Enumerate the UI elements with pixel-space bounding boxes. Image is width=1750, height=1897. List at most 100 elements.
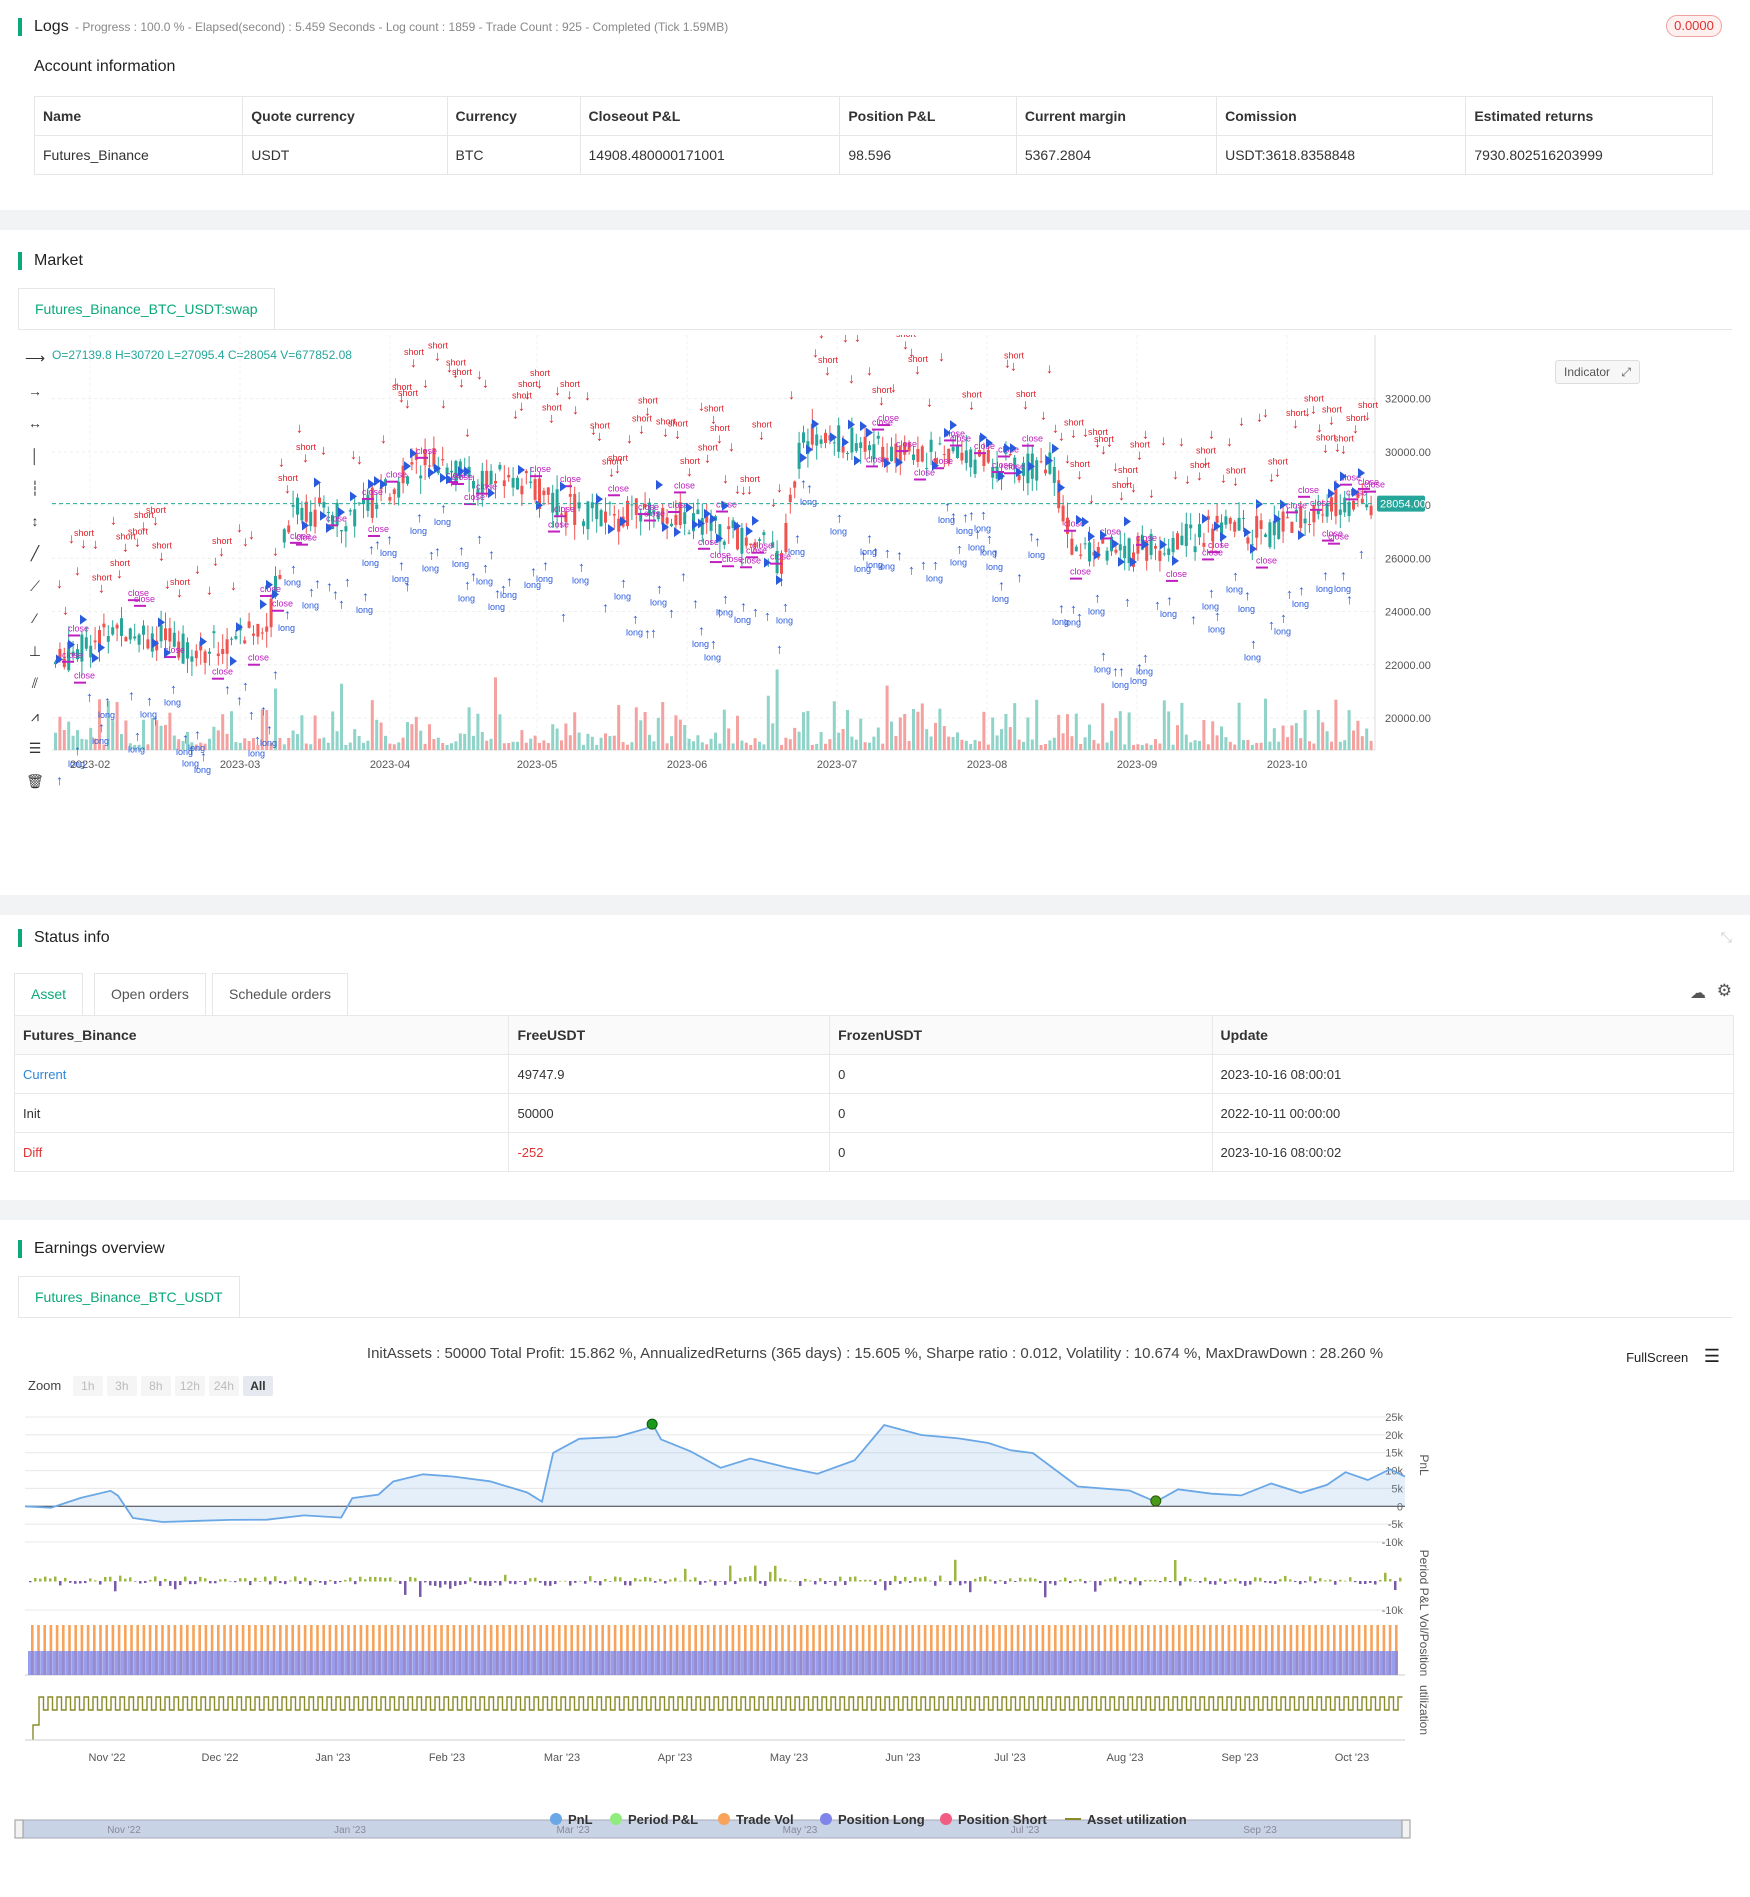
position-long-bar: [1286, 1651, 1293, 1675]
period-bar: [824, 1581, 827, 1585]
period-bar: [44, 1576, 47, 1582]
volume-bar: [780, 744, 783, 750]
candle-body: [511, 477, 515, 488]
long-arrow: ↑: [398, 557, 405, 573]
legend-item[interactable]: Asset utilization: [1065, 1812, 1187, 1827]
legend-item[interactable]: PnL: [550, 1812, 593, 1827]
volume-bar: [476, 713, 480, 750]
collapse-icon[interactable]: ⤡: [1721, 929, 1732, 946]
zoom-8h-button[interactable]: 8h: [140, 1376, 171, 1396]
period-bar: [634, 1578, 637, 1582]
position-marker: [746, 526, 753, 537]
legend-item[interactable]: Position Long: [820, 1812, 925, 1827]
period-bar: [439, 1581, 442, 1588]
period-bar: [1269, 1581, 1272, 1584]
market-tab[interactable]: Futures_Binance_BTC_USDT:swap: [18, 288, 275, 330]
short-arrow: ↓: [770, 493, 777, 509]
asset-col-header: Futures_Binance: [14, 1015, 509, 1055]
fullscreen-button[interactable]: FullScreen ☰: [1626, 1346, 1720, 1367]
close-marker: close: [1136, 533, 1157, 543]
candle-body: [142, 625, 145, 635]
period-bar: [234, 1581, 237, 1583]
period-bar: [684, 1568, 687, 1582]
volume-bar: [458, 733, 462, 750]
legend-item[interactable]: Trade Vol: [718, 1812, 794, 1827]
volume-bar: [335, 731, 339, 750]
period-bar: [939, 1575, 942, 1582]
candle-body: [1264, 534, 1267, 537]
period-bar: [244, 1578, 247, 1582]
long-marker: long: [926, 573, 943, 583]
period-bar: [694, 1577, 697, 1582]
zoom-3h-button[interactable]: 3h: [106, 1376, 137, 1396]
tab-open-orders[interactable]: Open orders: [94, 973, 206, 1015]
volume-bar: [1184, 734, 1188, 750]
volume-bar: [626, 744, 629, 750]
position-long-bar: [852, 1651, 859, 1675]
position-long-bar: [685, 1651, 692, 1675]
period-bar: [509, 1581, 512, 1584]
zoom-all-button[interactable]: All: [242, 1376, 273, 1396]
period-bar: [69, 1581, 72, 1583]
close-marker: close: [914, 467, 935, 477]
position-long-bar: [1255, 1651, 1262, 1675]
position-long-bar: [914, 1651, 921, 1675]
period-bar: [744, 1577, 747, 1582]
long-marker: long: [128, 745, 145, 755]
gear-icon[interactable]: ⚙: [1717, 981, 1732, 1001]
legend-item[interactable]: Position Short: [940, 1812, 1047, 1827]
short-arrow: ↓: [464, 423, 471, 439]
period-bar: [339, 1581, 342, 1583]
short-marker: short: [752, 420, 773, 430]
volume-bar: [577, 732, 581, 750]
zoom-12h-button[interactable]: 12h: [174, 1376, 205, 1396]
period-bar: [89, 1578, 92, 1582]
period-bar: [1324, 1580, 1327, 1582]
volume-bar: [419, 730, 423, 750]
position-long-bar: [46, 1651, 53, 1675]
position-long-bar: [1013, 1651, 1020, 1675]
close-marker: close: [1070, 567, 1091, 577]
legend-item[interactable]: Period P&L: [610, 1812, 698, 1827]
volume-bar: [357, 735, 361, 750]
candle-body: [1281, 511, 1285, 532]
earnings-tab[interactable]: Futures_Binance_BTC_USDT: [18, 1276, 240, 1318]
volume-bar: [322, 737, 326, 750]
period-bar: [1094, 1581, 1097, 1592]
cloud-download-icon[interactable]: ☁: [1690, 983, 1706, 1003]
volume-bar: [617, 705, 621, 750]
short-arrow: ↓: [1172, 466, 1179, 482]
long-arrow: ↑: [476, 530, 483, 546]
candle-body: [1039, 461, 1043, 463]
axis-title: utilization: [1417, 1685, 1431, 1735]
long-marker: long: [434, 517, 451, 527]
volume-bar: [445, 744, 449, 750]
position-long-bar: [344, 1651, 351, 1675]
volume-bar: [621, 742, 625, 750]
candle-body: [784, 522, 788, 553]
period-bar: [709, 1579, 712, 1582]
zoom-24h-button[interactable]: 24h: [208, 1376, 239, 1396]
period-bar: [239, 1578, 242, 1582]
long-arrow: ↑: [488, 546, 495, 562]
volume-bar: [428, 724, 431, 750]
long-arrow: ↑: [236, 692, 243, 708]
volume-bar: [296, 734, 299, 750]
tab-schedule-orders[interactable]: Schedule orders: [212, 973, 348, 1015]
candle-body: [304, 501, 308, 522]
candle-body: [164, 628, 167, 641]
menu-icon[interactable]: ☰: [1704, 1346, 1720, 1366]
position-long-bar: [65, 1651, 72, 1675]
zoom-1h-button[interactable]: 1h: [72, 1376, 103, 1396]
volume-bar: [670, 736, 673, 750]
position-long-bar: [815, 1651, 822, 1675]
x-tick-label: Jan '23: [315, 1752, 350, 1764]
close-marker: close: [668, 500, 689, 510]
candlestick-chart[interactable]: 32000.0030000.0028000.0026000.0024000.00…: [40, 335, 1740, 855]
long-arrow: ↑: [836, 510, 843, 526]
tab-asset[interactable]: Asset: [14, 973, 84, 1015]
period-bar: [504, 1574, 507, 1582]
period-bar: [349, 1577, 352, 1582]
position-long-bar: [1305, 1651, 1312, 1675]
account-cell: 14908.480000171001: [579, 135, 841, 175]
